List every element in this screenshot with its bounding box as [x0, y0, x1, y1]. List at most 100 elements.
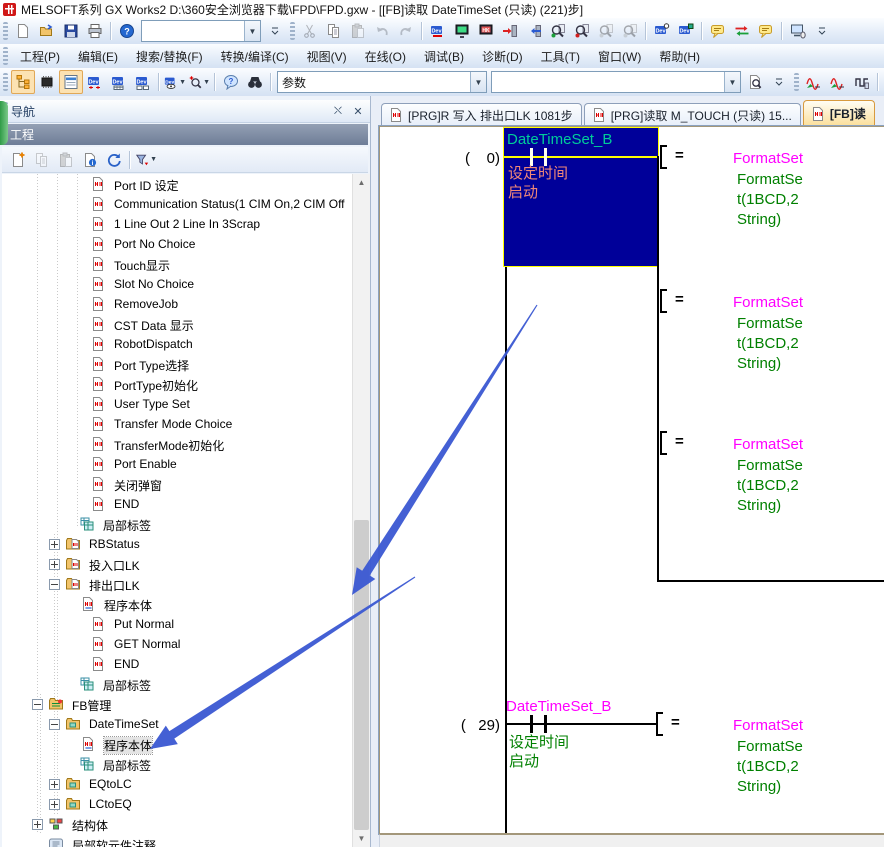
toolbar-grip[interactable]	[3, 47, 8, 65]
tree-item-排出口LK[interactable]: 排出口LK	[2, 574, 352, 594]
open-folder-icon[interactable]	[35, 19, 59, 43]
expand-icon[interactable]	[49, 559, 60, 570]
overflow-icon[interactable]	[767, 70, 791, 94]
trace-icon[interactable]	[802, 70, 826, 94]
tree-item-Communication-Status-1-CIM-On-2-CIM-Off[interactable]: Communication Status(1 CIM On,2 CIM Off	[2, 194, 352, 214]
help-icon[interactable]: ?	[115, 19, 139, 43]
copy-icon[interactable]	[322, 19, 346, 43]
ladder-canvas[interactable]: DateTimeSet_B设定时间 启动( 0)DateTimeSet_B设定时…	[379, 126, 884, 834]
tree-item-关闭弹窗[interactable]: 关闭弹窗	[2, 474, 352, 494]
menu-item-8[interactable]: 工具(T)	[532, 44, 589, 69]
collapse-icon[interactable]	[49, 719, 60, 730]
binoculars-icon[interactable]	[243, 70, 267, 94]
dev-write-icon[interactable]: Dev	[426, 19, 450, 43]
tree-item-Port-Enable[interactable]: Port Enable	[2, 454, 352, 474]
doc-find-icon[interactable]	[743, 70, 767, 94]
expand-icon[interactable]	[49, 779, 60, 790]
tree-item-程序本体[interactable]: 程序本体	[2, 594, 352, 614]
menu-item-9[interactable]: 窗口(W)	[589, 44, 650, 69]
pulse-icon[interactable]	[850, 70, 874, 94]
menu-item-2[interactable]: 搜索/替换(F)	[127, 44, 212, 69]
dev-run-icon[interactable]: Dev	[650, 19, 674, 43]
expand-icon[interactable]	[49, 539, 60, 550]
tree-item-局部软元件注释[interactable]: 局部软元件注释	[2, 834, 352, 847]
tree-item-Touch显示[interactable]: Touch显示	[2, 254, 352, 274]
save-icon[interactable]	[59, 19, 83, 43]
empty-combo[interactable]: ▼	[141, 20, 261, 42]
toolbar-grip[interactable]	[3, 22, 8, 40]
tree-item-User-Type-Set[interactable]: User Type Set	[2, 394, 352, 414]
tab-1[interactable]: [PRG]读取 M_TOUCH (只读) 15...	[584, 103, 801, 126]
from-plc-icon[interactable]	[522, 19, 546, 43]
toolbar-grip[interactable]	[3, 73, 8, 91]
trace-icon[interactable]	[826, 70, 850, 94]
scroll-down-icon[interactable]: ▼	[353, 830, 370, 847]
tree-item-DateTimeSet[interactable]: DateTimeSet	[2, 714, 352, 734]
tree-item-FB管理[interactable]: FB管理	[2, 694, 352, 714]
tree-item-1-Line-Out-2-Line-In-3Scrap[interactable]: 1 Line Out 2 Line In 3Scrap	[2, 214, 352, 234]
dev-ladder-icon[interactable]: Dev	[83, 70, 107, 94]
menu-item-0[interactable]: 工程(P)	[11, 44, 69, 69]
new-doc-icon[interactable]	[11, 19, 35, 43]
overflow-icon[interactable]	[263, 19, 287, 43]
tree-item-Port-ID-设定[interactable]: Port ID 设定	[2, 174, 352, 194]
new-data-icon[interactable]	[6, 148, 30, 172]
tree-item-程序本体[interactable]: 程序本体	[2, 734, 352, 754]
toolbar-grip[interactable]	[794, 73, 799, 91]
dev-eye-icon[interactable]: Dev▼	[163, 70, 187, 94]
tree-view-icon[interactable]	[11, 70, 35, 94]
toolbar-grip[interactable]	[290, 22, 295, 40]
menu-item-3[interactable]: 转换/编译(C)	[212, 44, 298, 69]
tree-item-PortType初始化[interactable]: PortType初始化	[2, 374, 352, 394]
tree-item-END[interactable]: END	[2, 654, 352, 674]
tree-item-Port-No-Choice[interactable]: Port No Choice	[2, 234, 352, 254]
tree-item-结构体[interactable]: 结构体	[2, 814, 352, 834]
remote-icon[interactable]	[786, 19, 810, 43]
tree-item-GET-Normal[interactable]: GET Normal	[2, 634, 352, 654]
tree-item-RemoveJob[interactable]: RemoveJob	[2, 294, 352, 314]
dev-pair-icon[interactable]: Dev	[131, 70, 155, 94]
close-icon[interactable]: ✕	[350, 103, 366, 119]
menu-item-7[interactable]: 诊断(D)	[473, 44, 532, 69]
balloon-icon[interactable]	[754, 19, 778, 43]
verify-green-icon[interactable]	[546, 19, 570, 43]
tree-item-CST-Data-显示[interactable]: CST Data 显示	[2, 314, 352, 334]
menu-item-10[interactable]: 帮助(H)	[650, 44, 709, 69]
list-view-icon[interactable]	[59, 70, 83, 94]
scroll-up-icon[interactable]: ▲	[353, 174, 370, 191]
tree-item-局部标签[interactable]: 局部标签	[2, 754, 352, 774]
tree-item-TransferMode初始化[interactable]: TransferMode初始化	[2, 434, 352, 454]
help-balloon-icon[interactable]: ?	[219, 70, 243, 94]
menu-item-1[interactable]: 编辑(E)	[69, 44, 127, 69]
chevron-down-icon[interactable]: ▼	[470, 72, 486, 92]
expand-icon[interactable]	[49, 799, 60, 810]
tree-scrollbar[interactable]: ▲ ▼	[352, 174, 370, 847]
verify-red-icon[interactable]	[570, 19, 594, 43]
property-icon[interactable]: i	[78, 148, 102, 172]
expand-icon[interactable]	[32, 819, 43, 830]
monitor-stop-icon[interactable]: HK	[474, 19, 498, 43]
transfer-icon[interactable]	[730, 19, 754, 43]
tree-item-Port-Type选择[interactable]: Port Type选择	[2, 354, 352, 374]
tree-item-Transfer-Mode-Choice[interactable]: Transfer Mode Choice	[2, 414, 352, 434]
tab-0[interactable]: [PRG]R 写入 排出口LK 1081步	[381, 103, 582, 126]
refresh-icon[interactable]	[102, 148, 126, 172]
menu-item-6[interactable]: 调试(B)	[415, 44, 473, 69]
sort-icon[interactable]: ▼	[134, 148, 158, 172]
empty-combo[interactable]: ▼	[491, 71, 741, 93]
tree-item-投入口LK[interactable]: 投入口LK	[2, 554, 352, 574]
tree-item-EQtoLC[interactable]: EQtoLC	[2, 774, 352, 794]
monitor-run-icon[interactable]	[450, 19, 474, 43]
module-icon[interactable]	[35, 70, 59, 94]
scrollbar-thumb[interactable]	[354, 520, 369, 830]
overflow-icon[interactable]	[810, 19, 834, 43]
menu-item-5[interactable]: 在线(O)	[356, 44, 415, 69]
param-combo[interactable]: 参数▼	[277, 71, 487, 93]
tab-2[interactable]: [FB]读	[803, 100, 875, 126]
chevron-down-icon[interactable]: ▼	[724, 72, 740, 92]
to-plc-icon[interactable]	[498, 19, 522, 43]
collapse-icon[interactable]	[32, 699, 43, 710]
chevron-down-icon[interactable]: ▼	[244, 21, 260, 41]
menu-item-4[interactable]: 视图(V)	[298, 44, 356, 69]
tree-item-RBStatus[interactable]: RBStatus	[2, 534, 352, 554]
